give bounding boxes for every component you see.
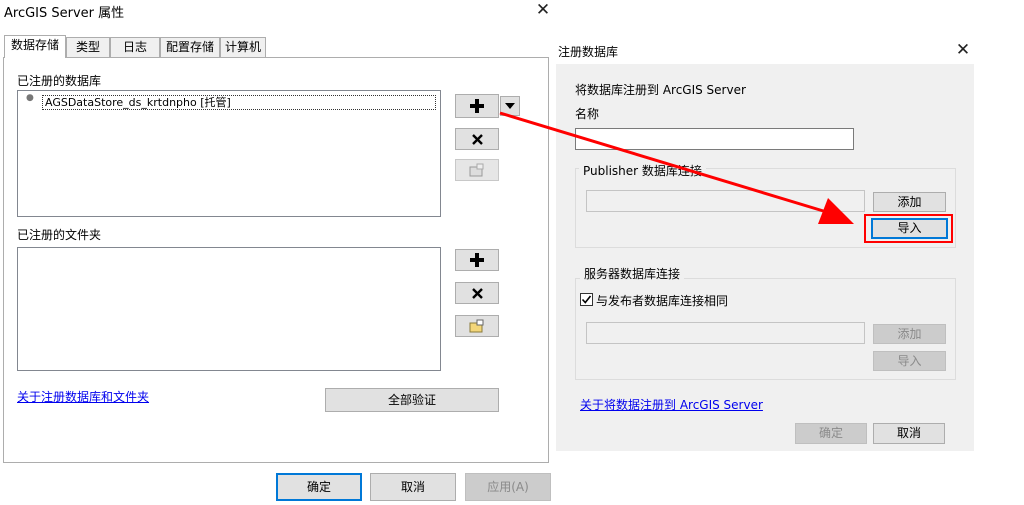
registered-databases-list[interactable]: ● AGSDataStore_ds_krtdnpho [托管]	[17, 90, 441, 217]
register-database-dialog: 将数据库注册到 ArcGIS Server 名称 Publisher 数据库连接…	[556, 64, 974, 451]
publisher-add-button[interactable]: 添加	[873, 192, 946, 212]
registered-databases-label: 已注册的数据库	[17, 74, 102, 88]
database-properties-button[interactable]	[455, 159, 499, 181]
registered-folders-list[interactable]	[17, 247, 441, 371]
database-item-text: AGSDataStore_ds_krtdnpho [托管]	[42, 95, 436, 110]
publisher-import-button[interactable]: 导入	[871, 218, 948, 239]
add-database-button[interactable]	[455, 94, 499, 118]
folder-properties-icon	[469, 163, 484, 177]
properties-dialog-title: ArcGIS Server 属性	[4, 6, 125, 21]
data-store-panel: 已注册的数据库 ● AGSDataStore_ds_krtdnpho [托管] …	[3, 57, 549, 463]
database-list-item[interactable]: ● AGSDataStore_ds_krtdnpho [托管]	[24, 93, 438, 111]
add-database-dropdown[interactable]	[500, 96, 520, 116]
plus-icon	[470, 253, 484, 267]
properties-apply-button[interactable]: 应用(A)	[465, 473, 551, 501]
server-connection-label: 服务器数据库连接	[580, 265, 685, 282]
x-icon	[471, 133, 483, 145]
same-as-publisher-checkbox[interactable]	[580, 293, 593, 306]
about-register-link[interactable]: 关于注册数据库和文件夹	[17, 388, 149, 405]
register-intro-text: 将数据库注册到 ArcGIS Server	[575, 83, 746, 97]
properties-ok-button[interactable]: 确定	[276, 473, 362, 501]
publisher-connection-field	[586, 190, 865, 212]
folder-properties-icon	[469, 319, 484, 333]
tab-types[interactable]: 类型	[66, 37, 110, 57]
server-connection-field	[586, 322, 865, 344]
publisher-connection-label: Publisher 数据库连接	[579, 162, 706, 179]
tab-machines[interactable]: 计算机	[220, 37, 266, 57]
properties-cancel-button[interactable]: 取消	[370, 473, 456, 501]
chevron-down-icon	[505, 103, 515, 109]
name-label: 名称	[575, 107, 600, 121]
register-close-icon[interactable]: ✕	[954, 41, 972, 59]
about-register-data-link[interactable]: 关于将数据注册到 ArcGIS Server	[580, 396, 763, 413]
server-add-button[interactable]: 添加	[873, 324, 946, 344]
same-as-publisher-label[interactable]: 与发布者数据库连接相同	[596, 292, 728, 309]
properties-close-icon[interactable]: ✕	[534, 1, 552, 19]
register-ok-button[interactable]: 确定	[795, 423, 867, 444]
register-dialog-title: 注册数据库	[558, 45, 619, 59]
validate-all-button[interactable]: 全部验证	[325, 388, 499, 412]
remove-database-button[interactable]	[455, 128, 499, 150]
bullet-icon: ●	[26, 93, 34, 103]
checkmark-icon	[581, 295, 592, 304]
register-cancel-button[interactable]: 取消	[873, 423, 945, 444]
properties-dialog: ArcGIS Server 属性 ✕ 数据存储 类型 日志 配置存储 计算机 已…	[0, 0, 556, 505]
remove-folder-button[interactable]	[455, 282, 499, 304]
server-import-button[interactable]: 导入	[873, 351, 946, 371]
add-folder-button[interactable]	[455, 249, 499, 271]
register-dialog-titlebar: 注册数据库 ✕	[556, 38, 974, 64]
folder-properties-button[interactable]	[455, 315, 499, 337]
tab-data-store[interactable]: 数据存储	[4, 35, 66, 58]
registered-folders-label: 已注册的文件夹	[17, 228, 102, 242]
tab-config-store[interactable]: 配置存储	[160, 37, 220, 57]
name-input[interactable]	[575, 128, 854, 150]
x-icon	[471, 287, 483, 299]
tab-logs[interactable]: 日志	[110, 37, 160, 57]
plus-icon	[470, 99, 484, 113]
